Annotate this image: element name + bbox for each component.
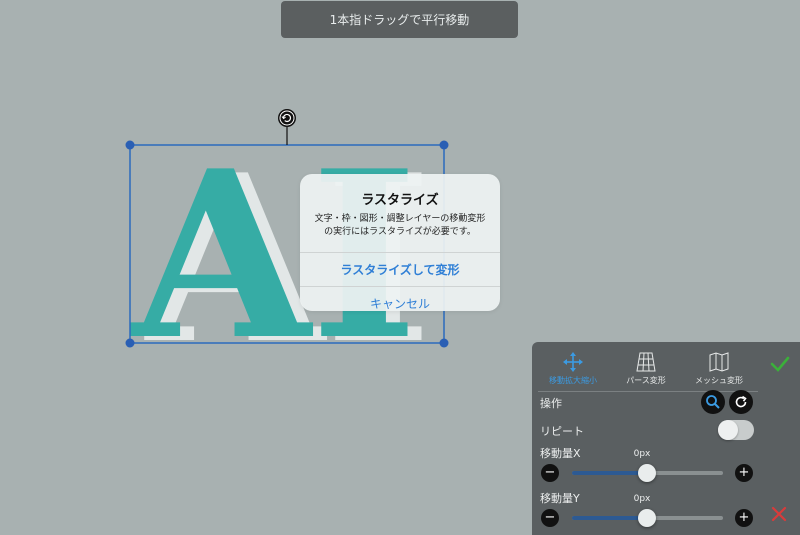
move-x-value: 0px — [633, 449, 651, 459]
move-x-decrement-button[interactable]: − — [541, 464, 559, 482]
rasterize-dialog: ラスタライズ 文字・枠・図形・調整レイヤーの移動変形 の実行にはラスタライズが必… — [300, 174, 500, 311]
dialog-title: ラスタライズ — [361, 193, 439, 208]
confirm-check-icon[interactable] — [770, 356, 790, 372]
mesh-map-icon — [709, 352, 729, 372]
tab-mesh[interactable]: メッシュ変形 — [683, 348, 755, 388]
cancel-x-icon[interactable] — [771, 506, 787, 522]
dialog-cancel-button[interactable]: キャンセル — [300, 286, 500, 311]
tab-perspective[interactable]: パース変形 — [610, 348, 682, 388]
repeat-toggle-knob — [718, 420, 738, 440]
handle-top-left[interactable] — [125, 140, 135, 150]
handle-bottom-right[interactable] — [439, 338, 449, 348]
tab-move-scale[interactable]: 移動拡大縮小 — [537, 348, 609, 388]
zoom-button[interactable] — [701, 390, 725, 414]
move-x-slider-thumb[interactable] — [638, 464, 656, 482]
handle-top-right[interactable] — [439, 140, 449, 150]
tab-move-scale-label: 移動拡大縮小 — [549, 376, 597, 385]
move-y-increment-button[interactable]: + — [735, 509, 753, 527]
rasterize-transform-button[interactable]: ラスタライズして変形 — [300, 252, 500, 286]
rotate-button[interactable] — [729, 390, 753, 414]
handle-bottom-left[interactable] — [125, 338, 135, 348]
rotate-handle[interactable] — [278, 109, 296, 127]
move-y-slider-fill — [572, 516, 648, 520]
move-x-label: 移動量X — [540, 447, 581, 460]
dialog-message-line1: 文字・枠・図形・調整レイヤーの移動変形 — [314, 214, 486, 224]
transform-panel: 移動拡大縮小 パース変形 メッシュ変形 操作 リピート 移動量X 0px − +… — [532, 342, 800, 535]
operation-label: 操作 — [540, 397, 562, 410]
dialog-message: 文字・枠・図形・調整レイヤーの移動変形 の実行にはラスタライズが必要です。 — [300, 213, 500, 239]
dialog-message-line2: の実行にはラスタライズが必要です。 — [324, 227, 476, 237]
repeat-label: リピート — [540, 425, 584, 438]
move-y-decrement-button[interactable]: − — [541, 509, 559, 527]
move-y-label: 移動量Y — [540, 492, 580, 505]
move-y-slider-thumb[interactable] — [638, 509, 656, 527]
move-x-slider-fill — [572, 471, 648, 475]
search-icon — [706, 395, 720, 409]
perspective-grid-icon — [636, 352, 656, 372]
move-arrows-icon — [563, 352, 583, 372]
tab-perspective-label: パース変形 — [626, 376, 666, 385]
repeat-toggle[interactable] — [718, 420, 754, 440]
move-y-value: 0px — [633, 494, 651, 504]
tabs-divider — [538, 391, 758, 392]
rotate-icon — [735, 395, 747, 408]
tab-mesh-label: メッシュ変形 — [695, 376, 743, 385]
transform-tabs: 移動拡大縮小 パース変形 メッシュ変形 — [532, 348, 762, 392]
move-x-increment-button[interactable]: + — [735, 464, 753, 482]
